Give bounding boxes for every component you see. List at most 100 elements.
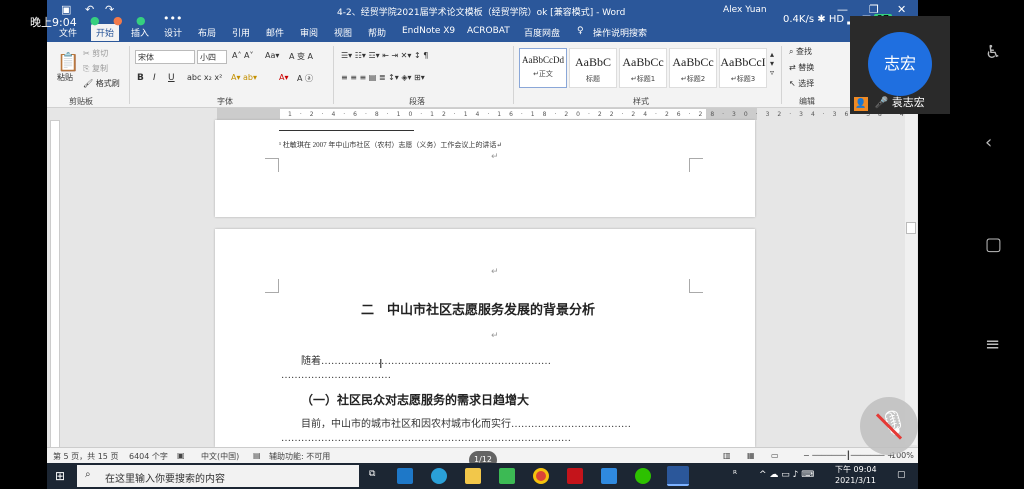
- accessibility-status[interactable]: 辅助功能: 不可用: [269, 451, 330, 462]
- tell-me-search[interactable]: 操作说明搜索: [593, 26, 647, 39]
- tab-mailings[interactable]: 邮件: [266, 26, 284, 39]
- vertical-scrollbar[interactable]: [905, 110, 917, 445]
- edge-icon[interactable]: [431, 468, 447, 484]
- message-notify-icon: ●: [136, 14, 146, 27]
- acrobat-icon[interactable]: [567, 468, 583, 484]
- lightbulb-icon: ♀: [577, 26, 584, 36]
- style-heading3[interactable]: AaBbCcI ↵标题3: [719, 48, 767, 88]
- font-name-combo[interactable]: 宋体: [135, 50, 195, 64]
- task-view-icon[interactable]: ⧉: [369, 469, 375, 479]
- tab-references[interactable]: 引用: [232, 26, 250, 39]
- style-normal[interactable]: AaBbCcDd ↵正文: [519, 48, 567, 88]
- page-count[interactable]: 第 5 页，共 15 页: [53, 451, 118, 462]
- grow-font-icon[interactable]: A˄ A˅: [232, 51, 254, 60]
- view-web-icon[interactable]: ▭: [771, 451, 779, 460]
- strikethrough-icon[interactable]: abc x₂ x²: [187, 73, 222, 82]
- page-current[interactable]: ↵ 二 中山市社区志愿服务发展的背景分析 ↵ 随着…………………………………………: [215, 229, 755, 447]
- tab-layout[interactable]: 布局: [198, 26, 216, 39]
- replace-button[interactable]: ⇄ 替换: [789, 62, 814, 73]
- microphone-icon: 🎤: [874, 96, 889, 109]
- chrome-icon[interactable]: [533, 468, 549, 484]
- tab-design[interactable]: 设计: [164, 26, 182, 39]
- ribbon-tabs: 文件 开始 插入 设计 布局 引用 邮件 审阅 视图 帮助 EndNote X9…: [47, 22, 918, 42]
- accessibility-icon[interactable]: ♿: [985, 42, 1001, 63]
- align-icons[interactable]: ≡ ≡ ≡ ▤ ≣ ↕▾ ◈▾ ⊞▾: [341, 73, 425, 82]
- style-heading1[interactable]: AaBbCc ↵标题1: [619, 48, 667, 88]
- find-button[interactable]: ⌕ 查找: [789, 46, 812, 57]
- styles-more-icon[interactable]: ▴ ▾ ▿: [770, 50, 774, 77]
- style-preview: AaBbCcI: [720, 55, 766, 69]
- tab-insert[interactable]: 插入: [131, 26, 149, 39]
- find-label: 查找: [796, 47, 813, 56]
- tab-endnote[interactable]: EndNote X9: [402, 26, 455, 36]
- underline-icon[interactable]: U: [168, 73, 175, 83]
- style-name: 标题: [586, 75, 600, 83]
- text-effects-icon[interactable]: A▾ ab▾: [231, 73, 257, 82]
- photos-icon[interactable]: [601, 468, 617, 484]
- bluetooth-icon: ✱: [817, 14, 826, 25]
- style-title[interactable]: AaBbC 标题: [569, 48, 617, 88]
- back-icon[interactable]: ‹: [985, 132, 992, 153]
- tab-review[interactable]: 审阅: [300, 26, 318, 39]
- mail-icon[interactable]: [397, 468, 413, 484]
- word-taskbar-icon[interactable]: [667, 466, 689, 486]
- format-painter-button[interactable]: 🖌 格式刷: [83, 78, 120, 89]
- divider: [129, 46, 130, 104]
- paragraph-group-label: 段落: [409, 97, 425, 106]
- windows-start-icon[interactable]: ⊞: [55, 469, 65, 483]
- vertical-ruler[interactable]: [50, 120, 60, 450]
- clock-date[interactable]: 2021/3/11: [835, 476, 876, 485]
- search-placeholder: 在这里输入你要搜索的内容: [105, 474, 225, 485]
- font-color-icon[interactable]: A▾: [279, 73, 289, 82]
- tab-acrobat[interactable]: ACROBAT: [467, 26, 510, 36]
- char-shading-icon[interactable]: A ⓐ: [297, 73, 313, 84]
- mute-mic-button[interactable]: 🎙: [860, 397, 918, 455]
- taskbar-search[interactable]: ⌕ 在这里输入你要搜索的内容: [77, 465, 359, 487]
- file-explorer-icon[interactable]: [465, 468, 481, 484]
- format-painter-label: 格式刷: [95, 79, 120, 88]
- page-previous[interactable]: ¹ 杜敏琪在 2007 年中山市社区（农村）志愿（义务）工作会议上的讲话↵ ↵: [215, 120, 755, 217]
- copy-button[interactable]: ⎘ 复制: [83, 63, 108, 74]
- word-count[interactable]: 6404 个字: [129, 451, 168, 462]
- app-icon[interactable]: [499, 468, 515, 484]
- replace-label: 替换: [798, 63, 815, 72]
- bullets-icon[interactable]: ☰▾ ☷▾ ☲▾ ⇤ ⇥ ✕▾ ↕ ¶: [341, 51, 428, 60]
- macro-icon[interactable]: ▤: [253, 451, 261, 460]
- menu-icon[interactable]: ≡: [985, 334, 1000, 355]
- cut-button[interactable]: ✂ 剪切: [83, 48, 108, 59]
- horizontal-ruler[interactable]: 1·2·4·6·8·10·12·14·16·18·20·22·24·26·28·…: [217, 108, 915, 120]
- phone-side-bar: ♿ ‹ ▢ ≡: [955, 0, 1024, 489]
- view-print-icon[interactable]: ▦: [747, 451, 755, 460]
- wechat-icon[interactable]: [635, 468, 651, 484]
- style-preview: AaBbC: [575, 55, 611, 69]
- tab-help[interactable]: 帮助: [368, 26, 386, 39]
- bold-icon[interactable]: B: [137, 73, 144, 83]
- select-button[interactable]: ↖ 选择: [789, 78, 814, 89]
- hd-icon: HD: [828, 14, 845, 25]
- view-read-icon[interactable]: ▥: [723, 451, 731, 460]
- paste-button[interactable]: 粘贴: [57, 72, 73, 83]
- proofing-icon[interactable]: ▣: [177, 451, 185, 460]
- close-icon[interactable]: ✕: [897, 3, 906, 16]
- tray-icons[interactable]: ^ ☁ ▭ ♪ ⌨: [759, 470, 814, 480]
- clear-format-icon[interactable]: A 变 A: [289, 51, 313, 62]
- ruler-ticks: 1·2·4·6·8·10·12·14·16·18·20·22·24·26·28·…: [288, 111, 918, 118]
- clipboard-group-label: 剪贴板: [69, 97, 93, 106]
- app-notify-icon: ●: [113, 14, 123, 27]
- paste-icon[interactable]: 📋: [57, 52, 79, 73]
- italic-icon[interactable]: I: [153, 73, 156, 83]
- style-heading2[interactable]: AaBbCc ↵标题2: [669, 48, 717, 88]
- home-icon[interactable]: ▢: [985, 234, 1002, 255]
- scroll-thumb[interactable]: [906, 222, 916, 234]
- speaker-label: 👤 🎤 袁志宏: [854, 94, 950, 112]
- font-size-combo[interactable]: 小四: [197, 50, 227, 64]
- tab-view[interactable]: 视图: [334, 26, 352, 39]
- notification-icon[interactable]: ▢: [897, 470, 906, 480]
- change-case-icon[interactable]: Aa▾: [265, 51, 279, 60]
- clock-time[interactable]: 下午 09:04: [835, 464, 877, 475]
- margin-corner: [265, 279, 279, 293]
- person-icon[interactable]: ᴿ: [733, 470, 737, 480]
- user-name[interactable]: Alex Yuan: [723, 5, 767, 15]
- language[interactable]: 中文(中国): [201, 451, 239, 462]
- tab-baidu[interactable]: 百度网盘: [524, 26, 560, 39]
